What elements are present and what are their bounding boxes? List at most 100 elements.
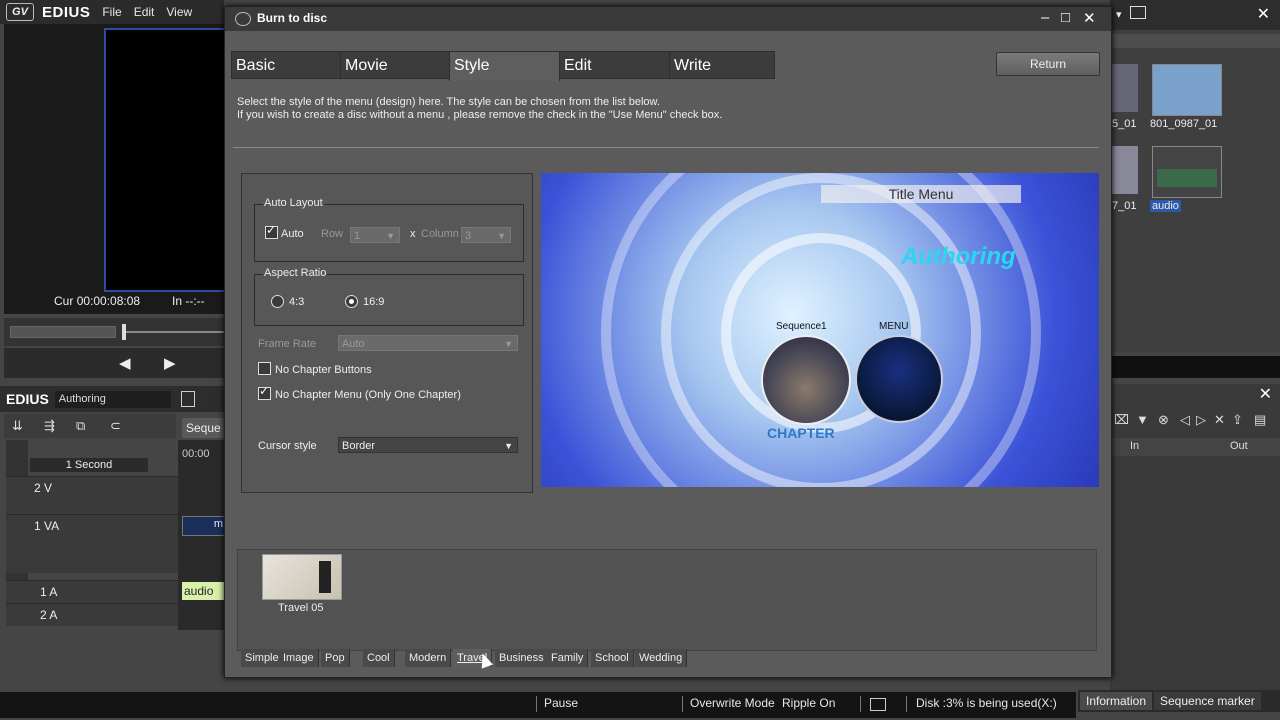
bin-clip-thumbnail[interactable] [1110,146,1138,194]
auto-layout-title: Auto Layout [263,197,324,209]
tab-edit[interactable]: Edit [559,51,670,79]
link-tool-icon[interactable]: ⊂ [110,418,121,434]
tab-sequence-marker[interactable]: Sequence marker [1154,692,1261,710]
bin-clip-thumbnail[interactable] [1152,64,1222,116]
close-icon[interactable]: ✕ [1083,9,1096,27]
col-in[interactable]: In [1130,440,1139,452]
bin-window-icon[interactable] [1130,6,1146,19]
no-chapter-menu-checkbox[interactable] [258,384,271,400]
cat-school[interactable]: School [591,649,634,667]
track-2v[interactable]: 2 V [6,476,178,515]
edius-logo: GV EDIUS [6,3,90,21]
marker-add-icon[interactable]: ▼ [1136,412,1149,427]
status-mode: Overwrite Mode [690,696,775,710]
column-select[interactable]: 3 ▼ [461,227,511,243]
cat-business[interactable]: Business [495,649,549,667]
frame-rate-select[interactable]: Auto ▼ [338,335,518,351]
sequence-tab[interactable]: Seque [182,418,228,438]
no-chapter-buttons-label: No Chapter Buttons [275,364,372,376]
tab-movie[interactable]: Movie [340,51,450,79]
marker-tool-icon[interactable]: ⌧ [1114,412,1129,428]
preview-item-menu: MENU [879,321,909,332]
player-scrubber[interactable] [4,318,224,346]
mixer-tool-icon[interactable]: ⧉ [76,418,85,434]
aspect-4-3-label: 4:3 [289,296,305,308]
style-thumbnail-travel-05[interactable] [262,554,342,600]
export-icon[interactable]: ⇪ [1232,412,1243,428]
right-panel-tabs: Information Sequence marker [1078,690,1280,712]
col-out[interactable]: Out [1230,440,1248,452]
timescale-select[interactable]: 1 Second [30,458,148,472]
mark-out-icon[interactable]: ▶ [164,354,176,372]
marker-tool-icon[interactable]: ⊗ [1158,412,1169,428]
cat-family[interactable]: Family [547,649,589,667]
close-icon[interactable]: ✕ [1257,4,1270,24]
brand-name: EDIUS [42,3,91,21]
dropdown-arrow-icon[interactable]: ▾ [1116,8,1122,21]
bin-audio-thumbnail[interactable] [1152,146,1222,198]
return-button[interactable]: Return [996,52,1100,76]
waveform [1157,169,1217,187]
cursor-style-select[interactable]: Border ▼ [338,437,518,453]
bin-item-label: 5_01 [1112,118,1137,130]
audio-clip[interactable]: audio [182,582,226,600]
style-list: Travel 05 [237,549,1097,651]
next-icon[interactable]: ▷ [1196,412,1206,428]
burn-to-disc-dialog: Burn to disc – □ ✕ Basic Movie Style Edi… [224,6,1112,678]
track-2a[interactable]: 2 A [6,603,178,626]
row-label: Row [321,228,344,240]
bin-clip-thumbnail[interactable] [1110,64,1138,112]
style-settings-panel: Auto Layout Auto Row 1▼ x Column 3▼ Aspe… [241,173,533,493]
timeline-ruler: 00:00 [182,448,210,460]
aspect-4-3-radio[interactable] [271,295,284,308]
disc-icon [235,12,251,26]
no-chapter-buttons-checkbox[interactable] [258,362,271,375]
menu-file[interactable]: File [102,5,121,19]
minimize-icon[interactable]: – [1041,9,1049,26]
maximize-icon[interactable]: □ [1061,9,1070,26]
track-tool-icon[interactable]: ⇊ [12,418,23,434]
chevron-down-icon: ▼ [497,231,506,241]
chevron-down-icon: ▼ [504,339,513,349]
delete-icon[interactable]: ✕ [1214,412,1225,428]
row-select[interactable]: 1 ▼ [350,227,400,243]
track-1va[interactable]: 1 VA [6,514,178,573]
video-clip[interactable]: m [182,516,226,536]
cat-pop[interactable]: Pop [321,649,350,667]
close-icon[interactable]: ✕ [1259,384,1272,404]
gv-logo-icon: GV [6,3,34,21]
monitor-icon[interactable] [870,698,886,711]
tab-write[interactable]: Write [669,51,775,79]
aspect-ratio-group: Aspect Ratio 4:3 16:9 [254,267,524,326]
cat-modern[interactable]: Modern [405,649,452,667]
instructions: Select the style of the menu (design) he… [237,96,723,121]
menu-view[interactable]: View [166,5,192,19]
tab-information[interactable]: Information [1080,692,1153,710]
menu-edit[interactable]: Edit [134,5,155,19]
shuttle-bar[interactable] [10,326,116,338]
prev-icon[interactable]: ◁ [1180,412,1190,428]
aspect-16-9-radio[interactable] [345,295,358,308]
insert-tool-icon[interactable]: ⇶ [44,418,55,434]
auto-checkbox[interactable] [265,223,278,239]
tab-style[interactable]: Style [449,51,560,81]
bin-item-label[interactable]: audio [1150,200,1181,212]
frame-rate-label: Frame Rate [258,338,317,350]
scrub-track [126,331,224,333]
x-label: x [410,228,416,240]
cat-simple[interactable]: Simple [241,649,284,667]
mark-buttons: ◀ ▶ [4,348,224,378]
mark-in-icon[interactable]: ◀ [119,354,131,372]
cat-cool[interactable]: Cool [363,649,395,667]
cursor-style-label: Cursor style [258,440,317,452]
save-icon[interactable]: ▤ [1254,412,1266,428]
tab-basic[interactable]: Basic [231,51,341,79]
marker-column-header: In Out [1110,438,1280,456]
document-icon[interactable] [180,391,195,407]
player-preview: Cur 00:00:08:08 In --:-- [4,24,226,314]
preview-item-sequence: Sequence1 [776,321,827,332]
cat-wedding[interactable]: Wedding [635,649,688,667]
track-1a[interactable]: 1 A [6,580,178,603]
cat-image[interactable]: Image [279,649,319,667]
project-name-field[interactable]: Authoring [54,390,171,408]
